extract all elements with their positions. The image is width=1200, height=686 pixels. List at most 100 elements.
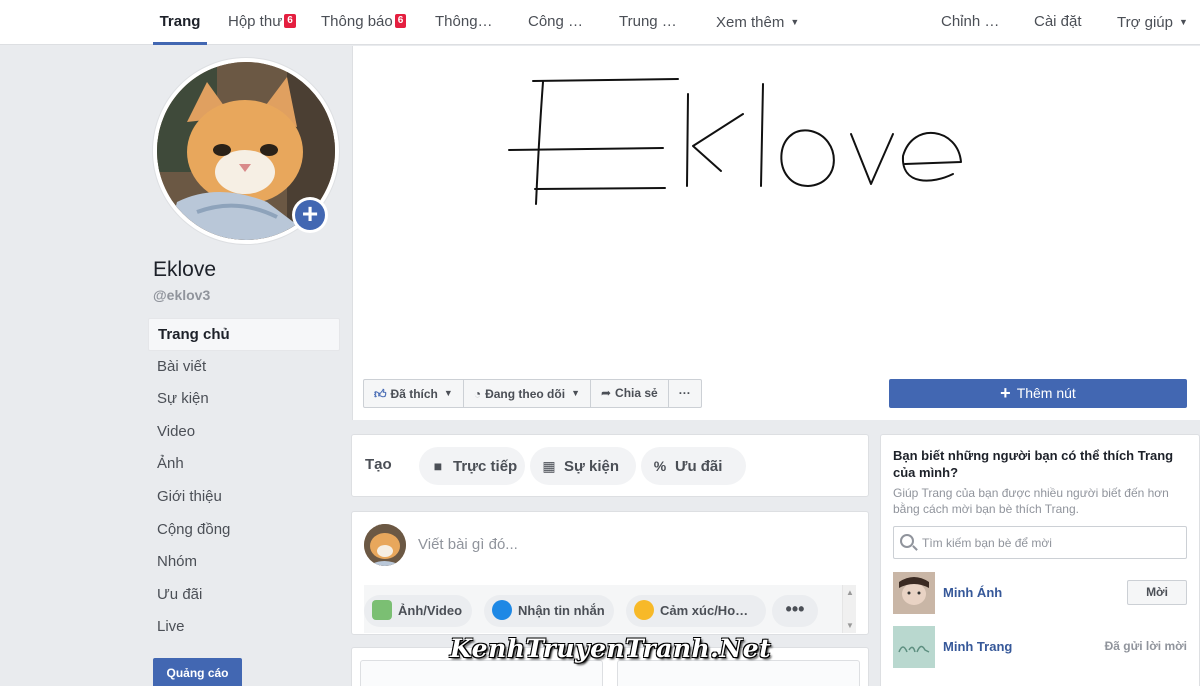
tab-edit-page-info-label: Chỉnh …: [941, 13, 1000, 30]
sidebar-item-home[interactable]: Trang chủ: [148, 318, 340, 351]
friend-search-input[interactable]: [922, 533, 1178, 553]
tab-notifications-label: Thông báo: [321, 13, 393, 30]
photo-icon: [372, 600, 392, 620]
percent-icon: %: [653, 458, 667, 474]
sidebar-item-posts[interactable]: Bài viết: [148, 351, 340, 384]
add-button[interactable]: + Thêm nút: [889, 379, 1187, 408]
liked-label: Đã thích: [390, 387, 438, 401]
rss-icon: ◔: [473, 387, 482, 401]
more-composer-options-button[interactable]: •••: [772, 595, 818, 627]
page-username[interactable]: @eklov3: [153, 287, 210, 303]
page-name: Eklove: [153, 258, 217, 281]
get-messages-button[interactable]: Nhận tin nhắn: [484, 595, 614, 627]
cover-photo[interactable]: [352, 46, 1200, 420]
caret-down-icon: ▼: [571, 388, 580, 398]
list-item: Minh Trang Đã gửi lời mời: [893, 626, 1193, 668]
search-icon: [900, 534, 914, 548]
feed-item: [617, 660, 860, 686]
feeling-activity-button[interactable]: Cảm xúc/Ho…: [626, 595, 766, 627]
notifications-badge: 6: [394, 14, 407, 28]
create-offer-label: Ưu đãi: [675, 458, 723, 475]
post-composer: Viết bài gì đó... Ảnh/Video Nhận tin nhắ…: [351, 511, 869, 635]
plus-icon: +: [295, 200, 325, 230]
tab-edit-page-info[interactable]: Chỉnh …: [941, 0, 999, 45]
avatar: [364, 524, 406, 566]
tab-more-label: Xem thêm: [716, 14, 785, 31]
sidebar-item-videos[interactable]: Video: [148, 416, 340, 449]
friend-photo: [893, 626, 935, 668]
sidebar-item-live[interactable]: Live: [148, 611, 340, 644]
sidebar-item-about[interactable]: Giới thiệu: [148, 481, 340, 514]
inbox-badge: 6: [284, 14, 296, 28]
messenger-icon: [492, 600, 512, 620]
composer-actions: Ảnh/Video Nhận tin nhắn Cảm xúc/Ho… ••• …: [364, 585, 856, 633]
scroll-down-icon[interactable]: ▼: [846, 621, 854, 630]
sidebar-item-photos[interactable]: Ảnh: [148, 448, 340, 481]
tab-home[interactable]: Trang: [153, 0, 207, 45]
create-event-button[interactable]: ▦ Sự kiện: [530, 447, 636, 485]
tab-home-label: Trang: [159, 13, 201, 30]
tab-inbox-label: Hộp thư: [228, 13, 283, 30]
caret-down-icon: ▼: [1178, 17, 1188, 27]
liked-button[interactable]: 👍︎ Đã thích ▼: [364, 380, 464, 407]
invite-sent-status: Đã gửi lời mời: [1104, 639, 1187, 653]
tab-more[interactable]: Xem thêm ▼: [716, 0, 799, 45]
promote-button[interactable]: Quảng cáo: [153, 658, 242, 686]
go-live-label: Trực tiếp: [453, 458, 518, 475]
friend-search-field[interactable]: [893, 526, 1187, 559]
add-photo-button[interactable]: +: [292, 197, 328, 233]
top-navigation: Trang Hộp thư 6 Thông báo 6 Thông… Công … …: [0, 0, 1200, 45]
tab-help[interactable]: Trợ giúp ▼: [1117, 0, 1188, 45]
tab-notifications[interactable]: Thông báo 6: [321, 0, 407, 45]
invite-description: Giúp Trang của bạn được nhiều người biết…: [893, 486, 1169, 516]
get-messages-label: Nhận tin nhắn: [518, 603, 605, 618]
video-camera-icon: ■: [433, 458, 443, 474]
sidebar-item-community[interactable]: Cộng đồng: [148, 514, 340, 547]
tab-publishing-tools[interactable]: Công …: [528, 0, 583, 45]
tab-inbox[interactable]: Hộp thư 6: [228, 0, 296, 45]
tab-help-label: Trợ giúp: [1117, 14, 1173, 31]
invite-friends-card: Bạn biết những người bạn có thể thích Tr…: [880, 434, 1200, 686]
smiley-icon: [634, 600, 654, 620]
caret-down-icon: ▼: [790, 17, 800, 27]
scroll-up-icon[interactable]: ▲: [846, 588, 854, 597]
following-button[interactable]: ◔ Đang theo dõi ▼: [464, 380, 591, 407]
tab-settings[interactable]: Cài đặt: [1034, 0, 1082, 45]
create-card: Tạo ■ Trực tiếp ▦ Sự kiện % Ưu đãi: [351, 434, 869, 497]
avatar: [893, 626, 935, 668]
page-sidebar-nav: Trang chủ Bài viết Sự kiện Video Ảnh Giớ…: [148, 318, 340, 644]
tab-publishing-tools-label: Công …: [528, 13, 584, 30]
thumbs-up-icon: 👍︎: [374, 387, 387, 401]
tab-insights[interactable]: Thông…: [435, 0, 493, 45]
tab-ad-center[interactable]: Trung …: [619, 0, 677, 45]
friend-photo: [893, 572, 935, 614]
page-action-bar: 👍︎ Đã thích ▼ ◔ Đang theo dõi ▼ ➦ Chia sẻ ···: [363, 379, 702, 408]
share-arrow-icon: ➦: [600, 386, 612, 400]
caret-down-icon: ▼: [443, 388, 453, 398]
tab-insights-label: Thông…: [435, 13, 493, 30]
cover-handwriting: [508, 78, 962, 205]
share-label: Chia sẻ: [615, 386, 658, 400]
photo-video-button[interactable]: Ảnh/Video: [364, 595, 472, 627]
sidebar-item-groups[interactable]: Nhóm: [148, 546, 340, 579]
composer-scrollbar[interactable]: ▲ ▼: [842, 585, 856, 633]
friend-name[interactable]: Minh Trang: [943, 639, 1012, 654]
go-live-button[interactable]: ■ Trực tiếp: [419, 447, 525, 485]
feed-item: [360, 660, 603, 686]
list-item: Minh Ánh Mời: [893, 572, 1193, 614]
plus-icon: +: [1000, 383, 1011, 403]
following-label: Đang theo dõi: [485, 387, 566, 401]
create-event-label: Sự kiện: [564, 458, 620, 475]
cat-avatar-image: [364, 524, 406, 566]
create-offer-button[interactable]: % Ưu đãi: [641, 447, 746, 485]
friend-name[interactable]: Minh Ánh: [943, 585, 1002, 600]
sidebar-item-events[interactable]: Sự kiện: [148, 383, 340, 416]
share-button[interactable]: ➦ Chia sẻ: [591, 380, 669, 407]
more-options-button[interactable]: ···: [669, 380, 701, 407]
tab-ad-center-label: Trung …: [619, 13, 677, 30]
write-post-input[interactable]: Viết bài gì đó...: [418, 536, 518, 553]
invite-title: Bạn biết những người bạn có thể thích Tr…: [893, 448, 1174, 480]
sidebar-item-offers[interactable]: Ưu đãi: [148, 579, 340, 612]
invite-button[interactable]: Mời: [1127, 580, 1187, 605]
watermark: KenhTruyenTranh.Net: [450, 634, 772, 663]
